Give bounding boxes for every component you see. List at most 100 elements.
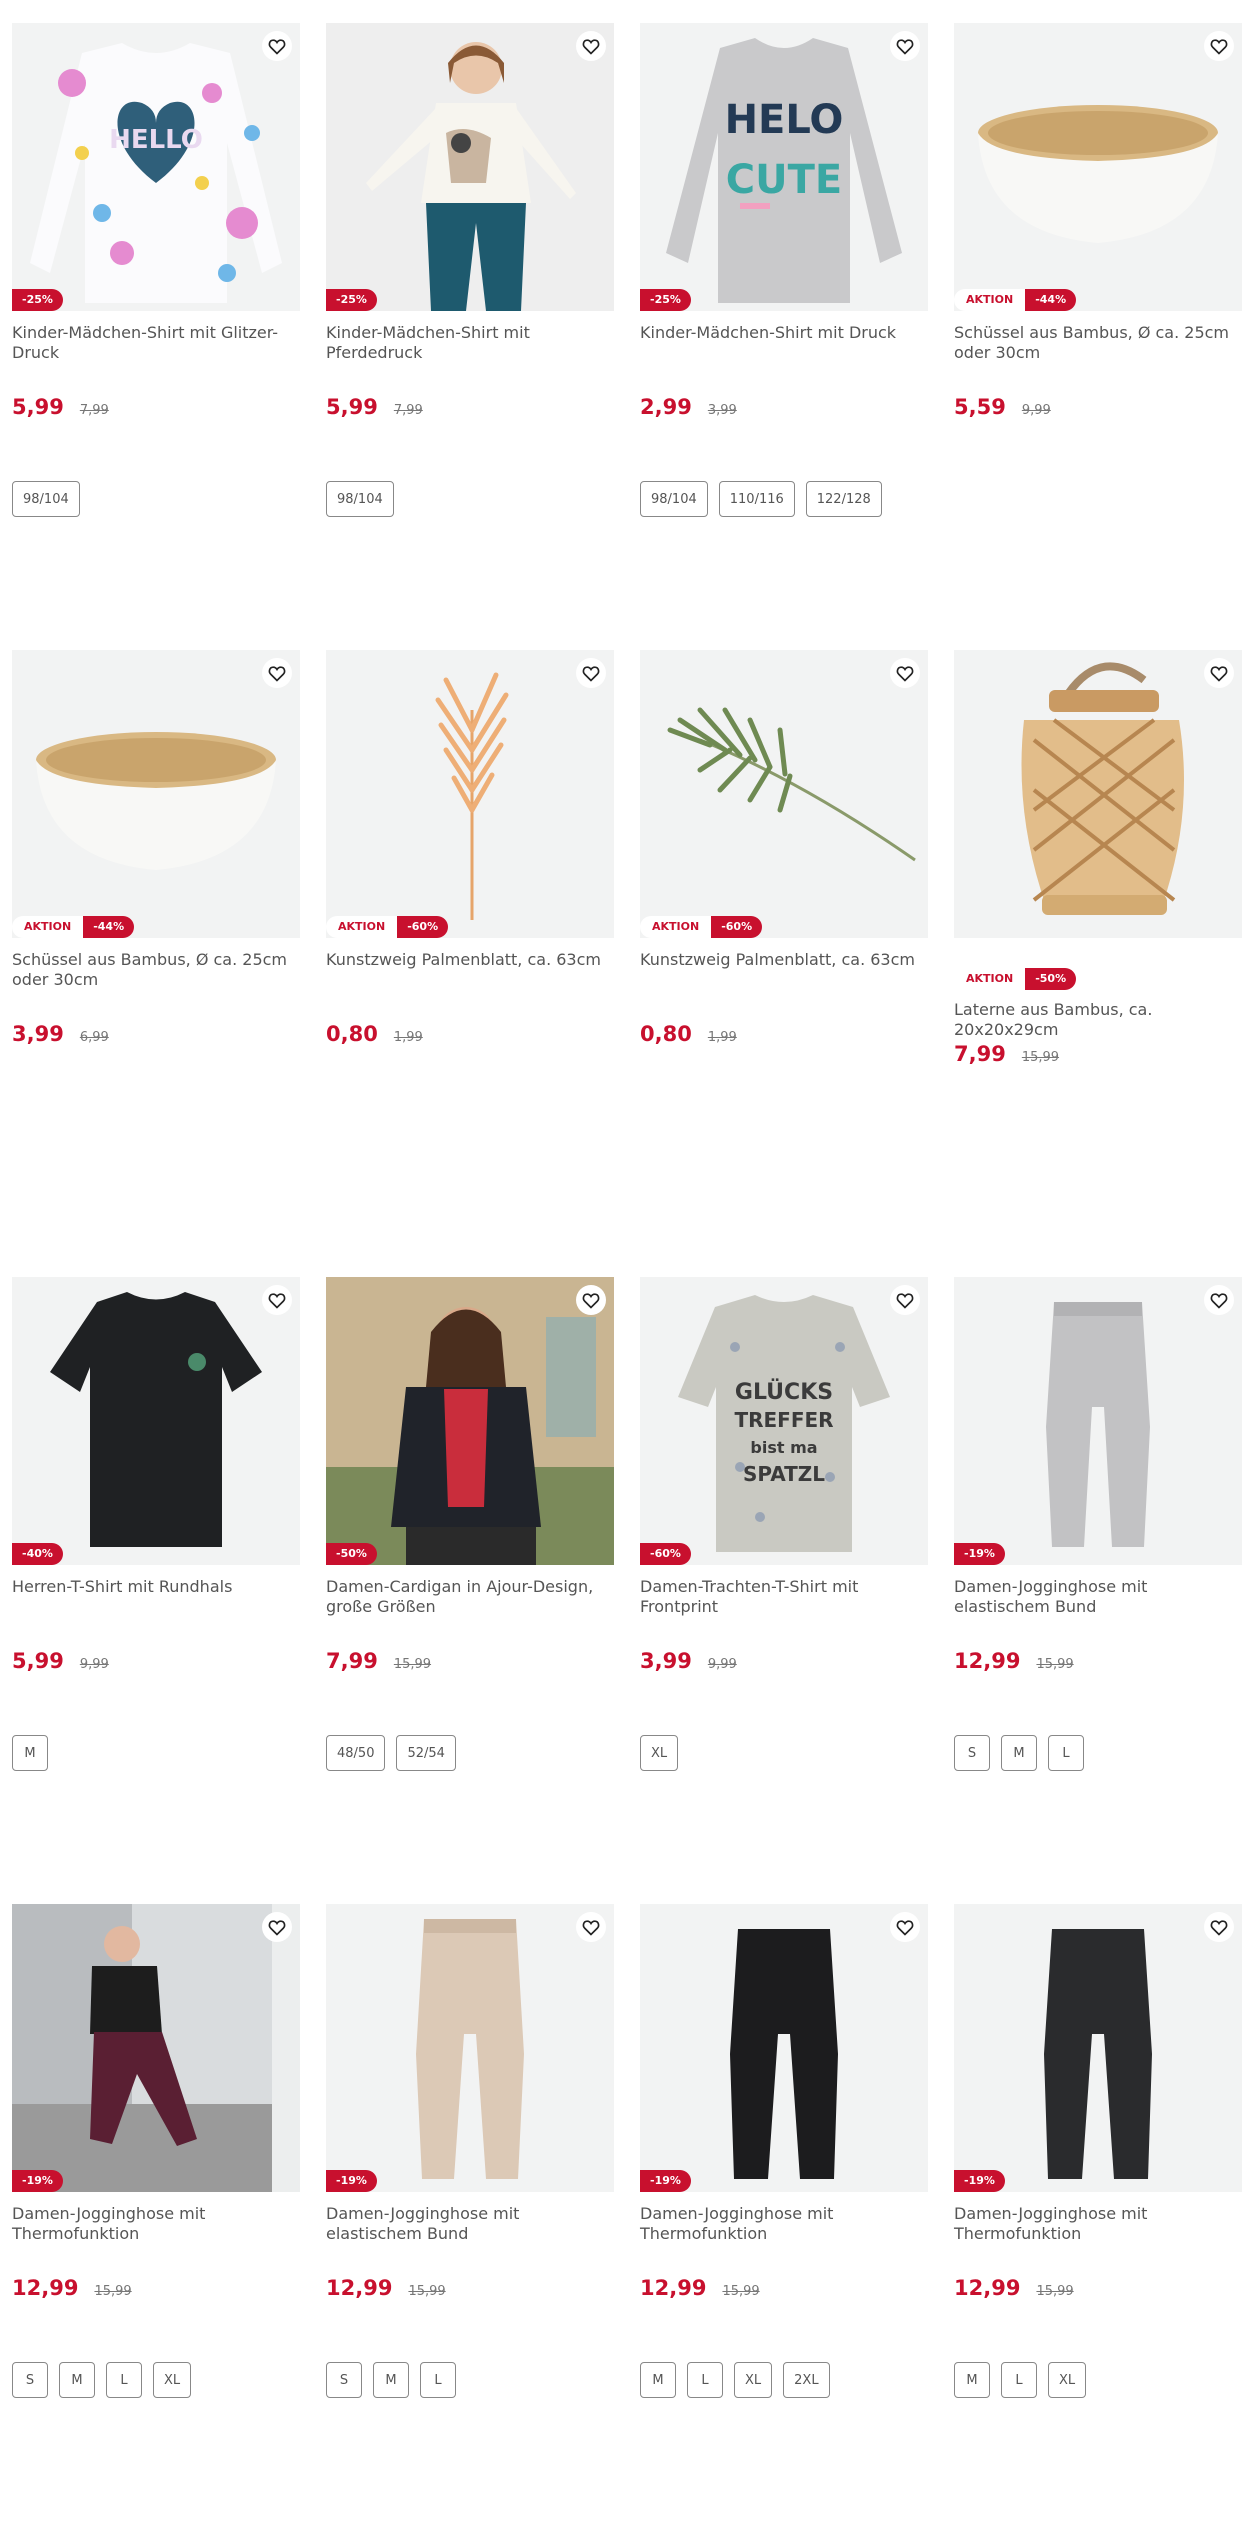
product-image[interactable]: AKTION -60%	[326, 650, 614, 938]
size-button[interactable]: M	[954, 2362, 990, 2398]
aktion-badge: AKTION	[954, 968, 1026, 990]
product-title[interactable]: Kinder-Mädchen-Shirt mit Druck	[640, 323, 928, 363]
size-button[interactable]: XL	[640, 1735, 679, 1771]
product-card[interactable]: HELO CUTE -25% Kinder-Mädchen-Shirt mit D…	[640, 23, 928, 650]
size-button[interactable]: L	[1048, 1735, 1084, 1771]
wishlist-heart-icon[interactable]	[890, 1912, 920, 1942]
wishlist-heart-icon[interactable]	[262, 658, 292, 688]
product-card[interactable]: HELLO -25% Kinder-Mädchen-Shirt mit Glitze…	[12, 23, 300, 650]
price-row: 5,59 9,99	[954, 395, 1242, 419]
wishlist-heart-icon[interactable]	[576, 1285, 606, 1315]
price-row: 5,99 7,99	[326, 395, 614, 419]
wishlist-heart-icon[interactable]	[890, 31, 920, 61]
product-title[interactable]: Kunstzweig Palmenblatt, ca. 63cm	[326, 950, 614, 990]
product-title[interactable]: Damen-Trachten-T-Shirt mit Frontprint	[640, 1577, 928, 1617]
wishlist-heart-icon[interactable]	[1204, 658, 1234, 688]
product-title[interactable]: Schüssel aus Bambus, Ø ca. 25cm oder 30c…	[12, 950, 300, 990]
product-image[interactable]: -19%	[954, 1904, 1242, 2192]
size-button[interactable]: 98/104	[326, 481, 394, 517]
wishlist-heart-icon[interactable]	[262, 1285, 292, 1315]
size-button[interactable]: 98/104	[640, 481, 708, 517]
wishlist-heart-icon[interactable]	[1204, 31, 1234, 61]
old-price: 6,99	[79, 1030, 109, 1045]
size-button[interactable]: 48/50	[326, 1735, 386, 1771]
product-card[interactable]: -19% Damen-Jogginghose mit Thermofunktion…	[12, 1904, 300, 2531]
product-card[interactable]: AKTION -60% Kunstzweig Palmenblatt, ca. 63…	[640, 650, 928, 1277]
product-image[interactable]: AKTION -44%	[954, 23, 1242, 311]
product-title[interactable]: Damen-Jogginghose mit Thermofunktion	[954, 2204, 1242, 2244]
product-card[interactable]: AKTION -44% Schüssel aus Bambus, Ø ca. 25c…	[12, 650, 300, 1277]
size-button[interactable]: 52/54	[396, 1735, 456, 1771]
current-price: 5,99	[326, 395, 378, 419]
product-image[interactable]: -19%	[954, 1277, 1242, 1565]
size-button[interactable]: M	[1001, 1735, 1037, 1771]
product-card[interactable]: -25% Kinder-Mädchen-Shirt mit Pferdedruck…	[326, 23, 614, 650]
size-button[interactable]: XL	[734, 2362, 773, 2398]
product-card[interactable]: GLÜCKS TREFFER bist ma SPATZL -60% Damen-Trac…	[640, 1277, 928, 1904]
product-card[interactable]: -19% Damen-Jogginghose mit Thermofunktion…	[640, 1904, 928, 2531]
size-button[interactable]: S	[954, 1735, 990, 1771]
size-button[interactable]: 2XL	[783, 2362, 830, 2398]
current-price: 3,99	[640, 1649, 692, 1673]
product-image[interactable]: GLÜCKS TREFFER bist ma SPATZL -60%	[640, 1277, 928, 1565]
size-button[interactable]: L	[420, 2362, 456, 2398]
product-image[interactable]: AKTION -44%	[12, 650, 300, 938]
product-card[interactable]: -19% Damen-Jogginghose mit Thermofunktion…	[954, 1904, 1242, 2531]
wishlist-heart-icon[interactable]	[890, 658, 920, 688]
product-image[interactable]: HELO CUTE -25%	[640, 23, 928, 311]
size-button[interactable]: XL	[1048, 2362, 1087, 2398]
size-button[interactable]: 122/128	[805, 481, 882, 517]
product-card[interactable]: -19% Damen-Jogginghose mit elastischem Bu…	[954, 1277, 1242, 1904]
product-image[interactable]: -19%	[326, 1904, 614, 2192]
product-title[interactable]: Damen-Jogginghose mit elastischem Bund	[954, 1577, 1242, 1617]
product-image[interactable]: -25%	[326, 23, 614, 311]
product-title[interactable]: Kinder-Mädchen-Shirt mit Glitzer-Druck	[12, 323, 300, 363]
size-button[interactable]: M	[12, 1735, 48, 1771]
wishlist-heart-icon[interactable]	[576, 658, 606, 688]
size-button[interactable]: M	[640, 2362, 676, 2398]
product-card[interactable]: -40% Herren-T-Shirt mit Rundhals 5,99 9,99 M	[12, 1277, 300, 1904]
product-image[interactable]: AKTION -60%	[640, 650, 928, 938]
product-title[interactable]: Kinder-Mädchen-Shirt mit Pferdedruck	[326, 323, 614, 363]
product-title[interactable]: Damen-Jogginghose mit Thermofunktion	[640, 2204, 928, 2244]
product-card[interactable]: AKTION -50% Laterne aus Bambus, ca. 20x20x…	[954, 650, 1242, 1277]
size-button[interactable]: L	[106, 2362, 142, 2398]
size-button[interactable]: 98/104	[12, 481, 80, 517]
discount-badges: -19%	[640, 2170, 691, 2192]
product-title[interactable]: Schüssel aus Bambus, Ø ca. 25cm oder 30c…	[954, 323, 1242, 363]
product-image[interactable]: HELLO -25%	[12, 23, 300, 311]
size-button[interactable]: M	[59, 2362, 95, 2398]
wishlist-heart-icon[interactable]	[1204, 1285, 1234, 1315]
product-title[interactable]: Kunstzweig Palmenblatt, ca. 63cm	[640, 950, 928, 990]
product-title[interactable]: Damen-Jogginghose mit Thermofunktion	[12, 2204, 300, 2244]
product-image[interactable]: -19%	[12, 1904, 300, 2192]
size-button[interactable]: L	[687, 2362, 723, 2398]
product-card[interactable]: AKTION -60% Kunstzweig Palmenblatt, ca. 63…	[326, 650, 614, 1277]
orange-palm-leaf-icon	[326, 650, 614, 938]
product-image[interactable]: -50%	[326, 1277, 614, 1565]
wishlist-heart-icon[interactable]	[262, 1912, 292, 1942]
product-image[interactable]	[954, 650, 1242, 938]
discount-badge: -44%	[1025, 289, 1077, 311]
size-button[interactable]: S	[326, 2362, 362, 2398]
product-card[interactable]: -50% Damen-Cardigan in Ajour-Design, groß…	[326, 1277, 614, 1904]
product-title[interactable]: Damen-Jogginghose mit elastischem Bund	[326, 2204, 614, 2244]
wishlist-heart-icon[interactable]	[890, 1285, 920, 1315]
size-options: M	[12, 1735, 300, 1771]
product-card[interactable]: AKTION -44% Schüssel aus Bambus, Ø ca. 25c…	[954, 23, 1242, 650]
size-button[interactable]: L	[1001, 2362, 1037, 2398]
product-card[interactable]: -19% Damen-Jogginghose mit elastischem Bu…	[326, 1904, 614, 2531]
wishlist-heart-icon[interactable]	[576, 1912, 606, 1942]
size-button[interactable]: 110/116	[718, 481, 795, 517]
size-button[interactable]: S	[12, 2362, 48, 2398]
product-title[interactable]: Laterne aus Bambus, ca. 20x20x29cm	[954, 1000, 1242, 1039]
product-title[interactable]: Damen-Cardigan in Ajour-Design, große Gr…	[326, 1577, 614, 1617]
wishlist-heart-icon[interactable]	[576, 31, 606, 61]
product-image[interactable]: -40%	[12, 1277, 300, 1565]
wishlist-heart-icon[interactable]	[1204, 1912, 1234, 1942]
product-image[interactable]: -19%	[640, 1904, 928, 2192]
size-button[interactable]: XL	[153, 2362, 192, 2398]
wishlist-heart-icon[interactable]	[262, 31, 292, 61]
size-button[interactable]: M	[373, 2362, 409, 2398]
product-title[interactable]: Herren-T-Shirt mit Rundhals	[12, 1577, 300, 1617]
